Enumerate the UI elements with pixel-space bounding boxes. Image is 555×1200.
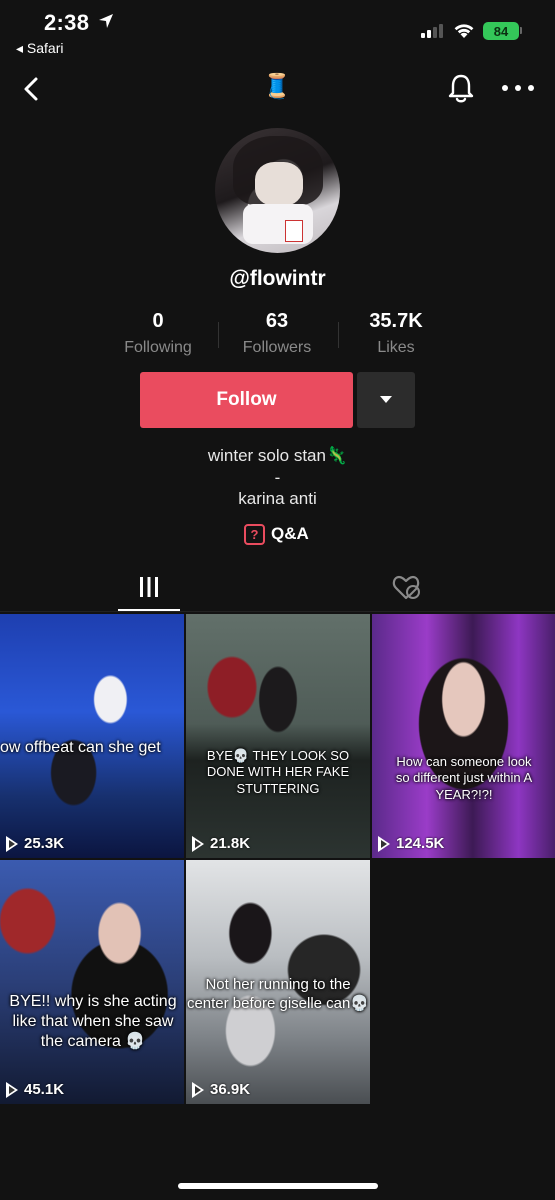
video-caption: Not her running to the center before gis…	[186, 976, 370, 1012]
question-icon: ?	[244, 523, 265, 545]
suggested-accounts-dropdown-button[interactable]	[357, 372, 415, 428]
view-count-value: 124.5K	[396, 835, 445, 852]
video-caption: How can someone look so different just w…	[395, 754, 533, 802]
view-count: 124.5K	[378, 835, 444, 852]
battery-tip	[520, 27, 522, 34]
video-thumbnail[interactable]: How can someone look so different just w…	[372, 614, 555, 858]
view-count-value: 21.8K	[210, 835, 251, 852]
username: @flowintr	[229, 267, 326, 290]
battery-indicator: 84	[483, 22, 519, 40]
status-bar: 2:38 ◂ Safari 84	[0, 0, 555, 62]
play-icon	[6, 835, 18, 852]
qa-link[interactable]: ? Q&A	[244, 522, 309, 546]
video-thumbnail[interactable]: BYE💀 THEY LOOK SO DONE WITH HER FAKE STU…	[186, 614, 370, 858]
back-to-safari-link[interactable]: ◂ Safari	[16, 40, 64, 57]
view-count: 21.8K	[192, 835, 250, 852]
chevron-left-icon[interactable]	[18, 72, 46, 106]
dot	[502, 85, 508, 91]
location-arrow-icon	[99, 14, 113, 28]
cellular-signal-icon	[421, 24, 443, 38]
battery-level: 84	[493, 23, 509, 39]
avatar-detail	[255, 162, 303, 206]
caret-down-icon	[380, 396, 392, 403]
tab-liked-hidden-icon[interactable]	[380, 565, 432, 611]
play-icon	[192, 835, 204, 852]
video-caption: BYE💀 THEY LOOK SO DONE WITH HER FAKE STU…	[206, 748, 350, 796]
play-icon	[192, 1081, 204, 1098]
stat-value: 63	[265, 310, 289, 332]
tab-videos-grid-icon[interactable]	[118, 565, 180, 611]
avatar[interactable]	[215, 128, 340, 253]
stat-label: Following	[124, 339, 192, 356]
more-options-button[interactable]	[502, 78, 534, 98]
video-caption: ow offbeat can she get	[0, 739, 161, 756]
play-icon	[6, 1081, 18, 1098]
follow-button[interactable]: Follow	[140, 372, 353, 428]
status-time: 2:38	[44, 10, 90, 35]
stat-value: 35.7K	[369, 310, 423, 332]
stat-value: 0	[152, 310, 164, 332]
video-thumbnail[interactable]: ow offbeat can she get 25.3K	[0, 614, 184, 858]
stat-followers[interactable]: 63 Followers	[217, 310, 337, 357]
tab-bar-divider	[0, 611, 555, 612]
bio-line: karina anti	[238, 489, 317, 508]
view-count-value: 36.9K	[210, 1081, 251, 1098]
view-count-value: 25.3K	[24, 835, 65, 852]
video-thumbnail[interactable]: BYE!! why is she acting like that when s…	[0, 860, 184, 1104]
bio-line: -	[274, 468, 281, 487]
view-count: 36.9K	[192, 1081, 250, 1098]
wifi-icon	[454, 24, 474, 38]
play-icon	[378, 835, 390, 852]
view-count: 45.1K	[6, 1081, 64, 1098]
video-caption: BYE!! why is she acting like that when s…	[9, 993, 177, 1050]
dot	[515, 85, 521, 91]
stat-following[interactable]: 0 Following	[98, 310, 218, 357]
avatar-detail	[285, 220, 303, 242]
stat-label: Followers	[242, 339, 312, 356]
view-count: 25.3K	[6, 835, 64, 852]
dot	[528, 85, 534, 91]
home-indicator[interactable]	[178, 1183, 378, 1189]
stat-likes[interactable]: 35.7K Likes	[336, 310, 456, 357]
qa-label: Q&A	[271, 524, 309, 543]
stat-label: Likes	[377, 339, 415, 356]
video-thumbnail[interactable]: Not her running to the center before gis…	[186, 860, 370, 1104]
view-count-value: 45.1K	[24, 1081, 65, 1098]
bell-icon[interactable]	[446, 71, 476, 105]
bio-line: winter solo stan🦎	[207, 446, 348, 465]
spool-emoji-title: 🧵	[262, 73, 292, 100]
